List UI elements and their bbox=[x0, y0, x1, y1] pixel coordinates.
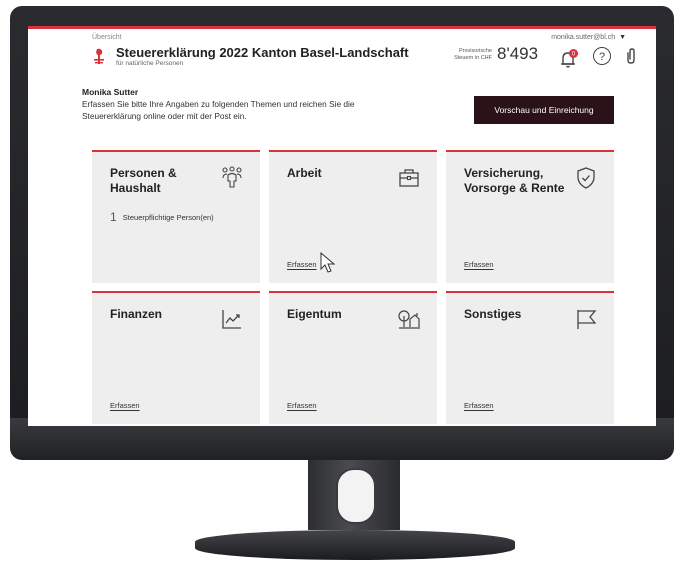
preview-submit-button[interactable]: Vorschau und Einreichung bbox=[474, 96, 614, 124]
user-name: Monika Sutter bbox=[82, 87, 139, 97]
card-property[interactable]: Eigentum Erfassen bbox=[269, 291, 437, 424]
capture-link[interactable]: Erfassen bbox=[464, 260, 494, 269]
capture-link[interactable]: Erfassen bbox=[287, 401, 317, 410]
card-title: Eigentum bbox=[287, 307, 342, 321]
card-work[interactable]: Arbeit Erfassen bbox=[269, 150, 437, 283]
persons-count-label: Steuerpflichtige Person(en) bbox=[122, 213, 214, 222]
property-icon bbox=[398, 310, 420, 329]
bell-icon: 0 bbox=[561, 49, 578, 68]
card-persons-household[interactable]: Personen & Haushalt 1 Steuerpflichtige P… bbox=[92, 150, 260, 283]
user-menu[interactable]: monika.sutter@bl.ch ▼ bbox=[551, 34, 626, 41]
persons-count: 1 bbox=[110, 210, 117, 224]
capture-link[interactable]: Erfassen bbox=[464, 401, 494, 410]
app-subtitle: für natürliche Personen bbox=[116, 60, 184, 67]
card-finances[interactable]: Finanzen Erfassen bbox=[92, 291, 260, 424]
provisional-tax-value: 8'493 bbox=[497, 44, 539, 63]
capture-link[interactable]: Erfassen bbox=[110, 401, 140, 410]
briefcase-icon bbox=[399, 169, 419, 187]
notifications-button[interactable]: 0 bbox=[558, 48, 580, 70]
intro-text: Erfassen Sie bitte Ihre Angaben zu folge… bbox=[82, 99, 355, 121]
canton-logo-icon bbox=[94, 48, 104, 64]
app-title: Steuererklärung 2022 Kanton Basel-Landsc… bbox=[116, 45, 409, 60]
breadcrumb-overview[interactable]: Übersicht bbox=[92, 34, 122, 41]
attachment-icon[interactable] bbox=[624, 47, 638, 65]
flag-icon bbox=[577, 310, 597, 329]
help-button[interactable]: ? bbox=[593, 47, 611, 65]
user-email: monika.sutter@bl.ch bbox=[551, 34, 616, 41]
monitor-stand-cable-hole bbox=[336, 468, 376, 524]
tax-label-line1: Provisorische bbox=[458, 48, 492, 54]
card-title: Versicherung, Vorsorge & Rente bbox=[464, 166, 565, 195]
card-detail: 1 Steuerpflichtige Person(en) bbox=[110, 210, 214, 224]
help-icon: ? bbox=[598, 51, 606, 63]
card-title: Arbeit bbox=[287, 166, 322, 180]
capture-link[interactable]: Erfassen bbox=[287, 260, 317, 269]
accent-top-line bbox=[28, 26, 656, 29]
chart-icon bbox=[222, 310, 241, 329]
card-title: Finanzen bbox=[110, 307, 163, 321]
monitor-stand-base bbox=[195, 530, 515, 560]
app-screen: Übersicht Steuererklärung 2022 Kanton Ba… bbox=[28, 26, 656, 426]
card-title: Sonstiges bbox=[464, 307, 522, 321]
shield-icon bbox=[577, 167, 595, 189]
provisional-tax-label: Provisorische Steuern in CHF bbox=[452, 48, 492, 62]
mouse-pointer-icon bbox=[320, 252, 336, 273]
chevron-down-icon: ▼ bbox=[619, 34, 626, 41]
card-insurance-pension[interactable]: Versicherung, Vorsorge & Rente Erfassen bbox=[446, 150, 614, 283]
people-icon bbox=[222, 166, 242, 188]
card-title: Personen & Haushalt bbox=[110, 166, 177, 195]
tax-label-line2: Steuern in CHF bbox=[454, 55, 492, 61]
card-other[interactable]: Sonstiges Erfassen bbox=[446, 291, 614, 424]
